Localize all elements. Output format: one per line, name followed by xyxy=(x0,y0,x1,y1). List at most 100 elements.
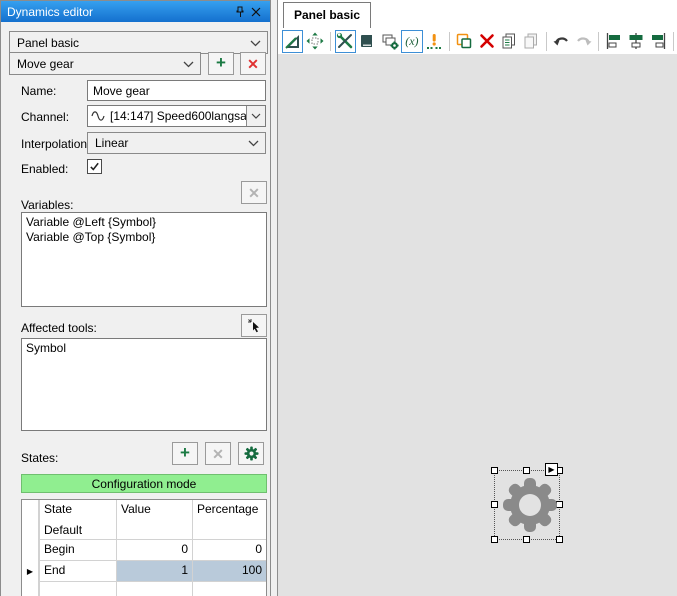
overlap-squares-icon xyxy=(457,33,472,49)
set-value-icon xyxy=(427,34,442,49)
variables-listbox[interactable]: Variable @Left {Symbol} Variable @Top {S… xyxy=(21,212,267,307)
pick-tool-button[interactable] xyxy=(241,314,267,337)
add-dynamic-button[interactable]: + xyxy=(208,52,234,75)
channel-combo[interactable]: [14:147] Speed600langsa xyxy=(87,105,266,127)
design-canvas[interactable]: ▶ xyxy=(278,54,677,596)
paste-icon xyxy=(524,33,538,49)
table-filler xyxy=(192,582,266,596)
affected-tools-listbox[interactable]: Symbol xyxy=(21,338,267,431)
align-center-button[interactable] xyxy=(626,30,647,53)
panels-settings-icon xyxy=(382,34,399,50)
panel-select-dropdown[interactable]: Panel basic xyxy=(9,31,268,54)
gear-symbol[interactable] xyxy=(502,477,558,533)
align-left-button[interactable] xyxy=(603,30,624,53)
table-cell[interactable] xyxy=(192,521,266,540)
paste-button[interactable] xyxy=(521,30,542,53)
toolbar-separator xyxy=(448,31,450,51)
table-cell[interactable]: 0 xyxy=(192,540,266,561)
overlap-squares-button[interactable] xyxy=(454,30,475,53)
panel-splitter[interactable] xyxy=(271,0,278,596)
channel-label: Channel: xyxy=(21,110,70,124)
delete-state-button[interactable]: ✕ xyxy=(205,442,231,465)
toolbar-separator xyxy=(598,31,600,51)
configuration-mode-button[interactable]: Configuration mode xyxy=(21,474,267,493)
column-header-value[interactable]: Value xyxy=(116,500,192,521)
row-selector[interactable] xyxy=(22,540,39,561)
resize-handle-se[interactable] xyxy=(556,536,563,543)
redo-icon xyxy=(576,37,592,46)
enabled-checkbox[interactable] xyxy=(87,159,102,174)
dynamic-select-dropdown[interactable]: Move gear xyxy=(9,52,201,75)
resize-handle-n[interactable] xyxy=(523,467,530,474)
row-selector[interactable] xyxy=(22,521,39,540)
table-row[interactable]: Begin xyxy=(39,540,116,561)
smart-tag-button[interactable]: ▶ xyxy=(545,463,558,476)
interpolation-dropdown[interactable]: Linear xyxy=(87,132,266,154)
panel-select-value: Panel basic xyxy=(17,35,80,50)
tools-icon xyxy=(337,32,353,49)
table-corner xyxy=(22,500,39,521)
list-item[interactable]: Variable @Top {Symbol} xyxy=(22,230,266,245)
table-row[interactable]: Default xyxy=(39,521,116,540)
dynamics-editor-titlebar[interactable]: Dynamics editor xyxy=(1,1,270,22)
list-item[interactable]: Variable @Left {Symbol} xyxy=(22,215,266,230)
tab-panel-basic[interactable]: Panel basic xyxy=(283,2,372,28)
resize-handle-w[interactable] xyxy=(491,501,498,508)
current-row-marker-icon: ▶ xyxy=(26,567,34,576)
table-filler xyxy=(22,582,39,596)
table-cell-selected[interactable]: 1 xyxy=(116,561,192,582)
resize-handle-s[interactable] xyxy=(523,536,530,543)
pin-icon[interactable] xyxy=(232,4,248,20)
toolbar-separator xyxy=(673,31,674,51)
plus-icon: + xyxy=(180,443,190,462)
function-x-icon: (x) xyxy=(405,33,419,48)
undo-button[interactable] xyxy=(551,30,572,53)
chevron-down-icon xyxy=(250,36,261,50)
design-mode-button[interactable] xyxy=(282,29,304,53)
book-icon xyxy=(361,35,373,47)
work-area: Panel basic (x) ▶ xyxy=(278,0,677,596)
redo-button[interactable] xyxy=(573,30,594,53)
align-left-icon xyxy=(606,33,620,49)
close-icon[interactable] xyxy=(248,4,264,20)
move-tool-button[interactable] xyxy=(304,30,325,53)
set-value-button[interactable] xyxy=(424,30,445,53)
panel-title: Dynamics editor xyxy=(7,4,94,19)
delete-icon xyxy=(479,34,494,48)
checkmark-icon xyxy=(90,162,99,171)
design-mode-icon xyxy=(284,35,299,49)
state-settings-button[interactable] xyxy=(238,442,264,465)
panels-settings-button[interactable] xyxy=(379,30,400,53)
add-state-button[interactable]: + xyxy=(172,442,198,465)
table-cell-selected[interactable]: 100 xyxy=(192,561,266,582)
variables-label: Variables: xyxy=(21,198,74,212)
states-table: State Value Percentage Default Begin 0 0… xyxy=(21,499,267,596)
channel-dropdown-button[interactable] xyxy=(246,106,265,126)
list-item[interactable]: Symbol xyxy=(22,341,266,356)
align-right-button[interactable] xyxy=(648,30,669,53)
delete-dynamic-button[interactable]: ✕ xyxy=(240,52,266,75)
dynamics-editor-panel: Dynamics editor Panel basic Move gear + xyxy=(0,0,271,596)
resize-handle-sw[interactable] xyxy=(491,536,498,543)
column-header-percentage[interactable]: Percentage xyxy=(192,500,266,521)
delete-x-icon: ✕ xyxy=(212,445,224,462)
function-button[interactable]: (x) xyxy=(401,29,423,53)
table-row[interactable]: End xyxy=(39,561,116,582)
channel-value: [14:147] Speed600langsa xyxy=(110,109,247,123)
undo-icon xyxy=(553,37,569,46)
remove-variable-button[interactable]: ✕ xyxy=(241,181,267,204)
resize-handle-nw[interactable] xyxy=(491,467,498,474)
gear-icon xyxy=(243,446,259,461)
name-field[interactable] xyxy=(87,80,266,101)
delete-x-icon: ✕ xyxy=(248,184,260,201)
copy-button[interactable] xyxy=(498,30,519,53)
column-header-state[interactable]: State xyxy=(39,500,116,521)
row-selector-active[interactable]: ▶ xyxy=(22,561,39,582)
labels-button[interactable] xyxy=(357,30,378,53)
delete-button[interactable] xyxy=(476,30,497,53)
tools-button[interactable] xyxy=(334,29,356,53)
table-cell[interactable] xyxy=(116,521,192,540)
align-center-icon xyxy=(629,33,643,49)
dynamic-select-value: Move gear xyxy=(17,56,74,71)
table-cell[interactable]: 0 xyxy=(116,540,192,561)
